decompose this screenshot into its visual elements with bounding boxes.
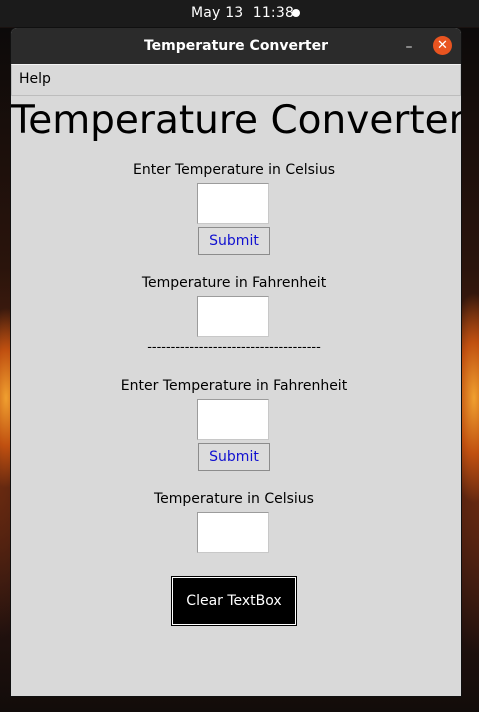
page-title: Temperature Converter — [11, 98, 461, 143]
menu-bar: Help — [11, 64, 461, 96]
fahrenheit-submit-button[interactable]: Submit — [198, 443, 270, 471]
celsius-input-label: Enter Temperature in Celsius — [132, 162, 335, 178]
fahrenheit-output-label: Temperature in Fahrenheit — [141, 275, 327, 291]
system-top-bar: May 13 11:38 — [0, 0, 479, 27]
celsius-submit-button[interactable]: Submit — [198, 227, 270, 255]
celsius-output-field[interactable] — [197, 512, 269, 553]
window-title: Temperature Converter — [143, 38, 329, 54]
fahrenheit-output-field[interactable] — [197, 296, 269, 337]
close-icon[interactable]: ✕ — [433, 36, 452, 55]
fahrenheit-input-label: Enter Temperature in Fahrenheit — [120, 378, 348, 394]
fahrenheit-input[interactable] — [197, 399, 269, 440]
menu-item-help[interactable]: Help — [19, 71, 51, 87]
app-window: Temperature Converter – ✕ Help Temperatu… — [11, 28, 461, 696]
window-titlebar[interactable]: Temperature Converter – ✕ — [11, 28, 461, 64]
celsius-output-label: Temperature in Celsius — [154, 491, 314, 507]
minimize-icon[interactable]: – — [399, 36, 419, 56]
celsius-input[interactable] — [197, 183, 269, 224]
clear-textbox-button[interactable]: Clear TextBox — [171, 576, 297, 626]
notification-dot-icon — [292, 9, 300, 17]
system-clock[interactable]: May 13 11:38 — [191, 5, 294, 21]
section-divider: ------------------------------------- — [147, 340, 321, 355]
